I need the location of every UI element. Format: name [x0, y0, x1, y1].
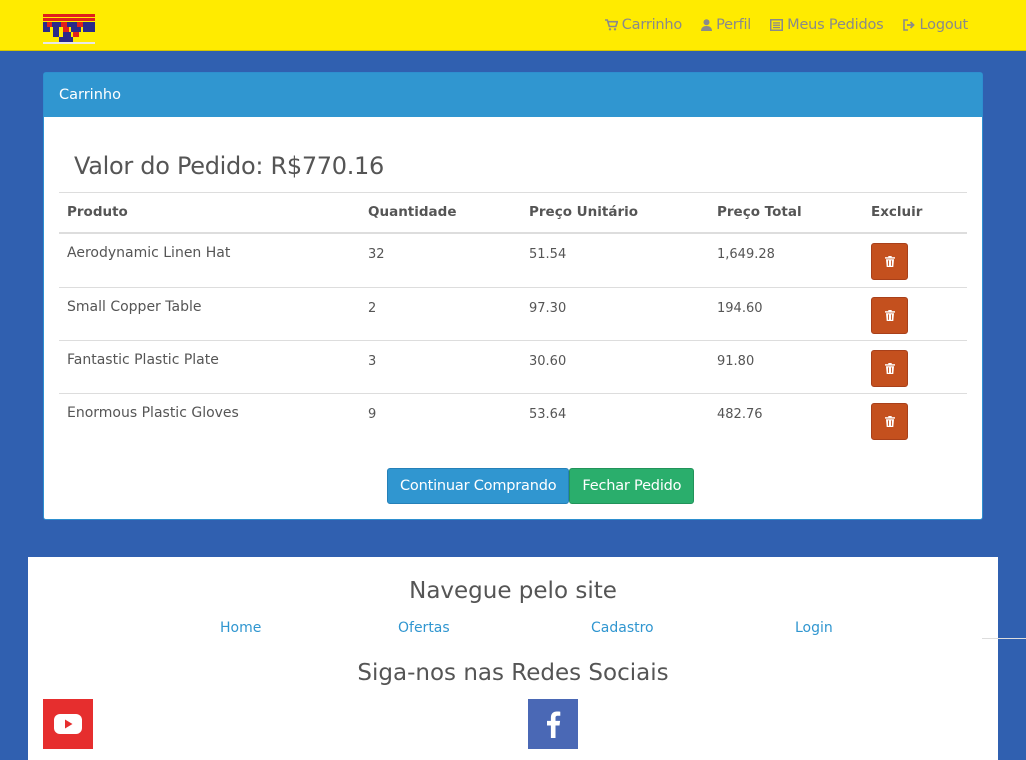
cell-total-price: 194.60	[709, 287, 863, 341]
col-header-delete: Excluir	[863, 192, 967, 234]
trash-icon	[884, 363, 895, 374]
cart-actions: Continuar Comprando Fechar Pedido	[387, 468, 695, 504]
cell-quantity: 32	[368, 246, 385, 262]
table-row: Enormous Plastic Gloves 9 53.64 482.76	[59, 393, 967, 447]
cell-total-price: 1,649.28	[717, 246, 775, 262]
close-order-button[interactable]: Fechar Pedido	[569, 468, 695, 504]
cell-unit-price: 53.64	[521, 393, 709, 447]
panel-title: Carrinho	[59, 87, 121, 103]
cell-total-price: 482.76	[709, 393, 863, 447]
cell-delete	[863, 340, 967, 394]
trash-icon	[884, 310, 895, 321]
list-icon	[770, 19, 784, 31]
nav-orders-label: Meus Pedidos	[787, 17, 884, 33]
footer-social-title: Siga-nos nas Redes Sociais	[357, 660, 669, 686]
facebook-icon	[547, 711, 561, 738]
cell-quantity: 3	[360, 340, 521, 394]
divider	[982, 638, 1026, 639]
youtube-button[interactable]	[43, 699, 93, 749]
footer-link-home[interactable]: Home	[220, 620, 261, 636]
trash-icon	[884, 416, 895, 427]
cell-delete	[863, 287, 967, 341]
cell-total-price: 91.80	[709, 340, 863, 394]
cart-panel: Carrinho Valor do Pedido: R$770.16 Produ…	[43, 72, 983, 520]
col-header-total-price: Preço Total	[709, 192, 863, 234]
nav-profile-label: Perfil	[716, 17, 752, 33]
cell-unit-price: 97.30	[521, 287, 709, 341]
cart-table: Produto Quantidade Preço Unitário Preço …	[59, 192, 967, 447]
delete-button[interactable]	[871, 403, 908, 440]
cell-delete	[863, 233, 967, 288]
footer-link-login[interactable]: Login	[795, 620, 833, 636]
nav-profile[interactable]: Perfil	[701, 17, 751, 33]
youtube-icon	[54, 714, 82, 734]
nav-cart-label: Carrinho	[621, 17, 683, 33]
cell-unit-price: 30.60	[521, 340, 709, 394]
footer-link-offers[interactable]: Ofertas	[398, 620, 450, 636]
cell-product: Fantastic Plastic Plate	[59, 340, 360, 394]
delete-button[interactable]	[871, 242, 908, 280]
logo[interactable]	[43, 14, 95, 44]
cart-icon	[604, 19, 618, 31]
nav-links: Carrinho Perfil Meus Pedidos Logout	[586, 0, 968, 50]
nav-logout[interactable]: Logout	[902, 17, 969, 33]
cell-product: Enormous Plastic Gloves	[59, 393, 360, 447]
trash-icon	[884, 255, 895, 267]
table-row: Small Copper Table 2 97.30 194.60	[59, 287, 967, 341]
footer-link-register[interactable]: Cadastro	[591, 620, 654, 636]
continue-shopping-button[interactable]: Continuar Comprando	[387, 468, 570, 504]
delete-button[interactable]	[871, 350, 908, 387]
cell-unit-price: 51.54	[529, 246, 567, 262]
logout-icon	[902, 19, 915, 31]
nav-logout-label: Logout	[919, 17, 969, 33]
table-row: Aerodynamic Linen Hat 32 51.54 1,649.28	[59, 233, 967, 288]
cell-delete	[863, 393, 967, 447]
table-header-row: Produto Quantidade Preço Unitário Preço …	[59, 192, 967, 234]
cell-quantity: 9	[360, 393, 521, 447]
col-header-quantity: Quantidade	[360, 192, 521, 234]
facebook-button[interactable]	[528, 699, 578, 749]
col-header-unit-price: Preço Unitário	[521, 192, 709, 234]
panel-heading: Carrinho	[44, 73, 982, 117]
cell-product: Small Copper Table	[59, 287, 360, 341]
col-header-product: Produto	[59, 192, 360, 234]
nav-cart[interactable]: Carrinho	[604, 17, 683, 33]
delete-button[interactable]	[871, 297, 908, 334]
nav-orders[interactable]: Meus Pedidos	[770, 17, 884, 33]
order-value: Valor do Pedido: R$770.16	[74, 152, 384, 180]
cell-product: Aerodynamic Linen Hat	[67, 244, 231, 261]
table-row: Fantastic Plastic Plate 3 30.60 91.80	[59, 340, 967, 394]
footer: Navegue pelo site Home Ofertas Cadastro …	[28, 557, 998, 760]
top-navbar: Carrinho Perfil Meus Pedidos Logout	[0, 0, 1026, 51]
cell-quantity: 2	[360, 287, 521, 341]
user-icon	[701, 19, 713, 31]
footer-nav-title: Navegue pelo site	[409, 578, 617, 604]
